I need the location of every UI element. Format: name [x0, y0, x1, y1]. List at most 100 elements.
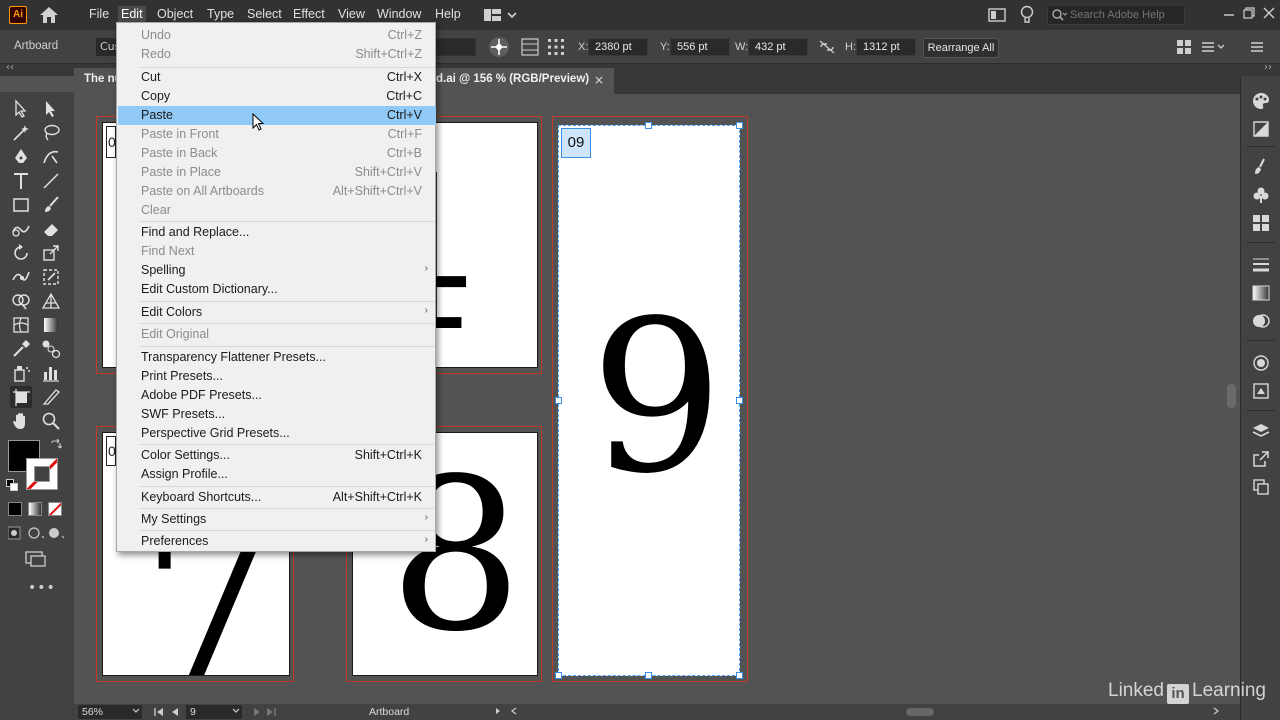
default-fill-stroke-icon[interactable] [6, 479, 18, 491]
menu-item-find-next[interactable]: Find Next [118, 242, 436, 261]
menu-item-color-settings[interactable]: Color Settings... Shift+Ctrl+K [118, 446, 436, 465]
menu-item-undo[interactable]: Undo Ctrl+Z [118, 26, 436, 45]
workspace-switcher-icon[interactable] [483, 7, 517, 23]
artboards-panel-icon[interactable] [1252, 478, 1270, 496]
close-tab-icon[interactable]: × [594, 74, 606, 86]
stroke-color-swatch[interactable] [26, 458, 58, 490]
menu-item-transparency-flattener-presets[interactable]: Transparency Flattener Presets... [118, 348, 436, 367]
artboard-selection-frame[interactable] [558, 125, 740, 676]
last-artboard-icon[interactable] [266, 707, 276, 717]
swatches-panel-icon[interactable] [1252, 214, 1270, 232]
menu-item-paste-in-place[interactable]: Paste in Place Shift+Ctrl+V [118, 163, 436, 182]
gradient-panel-icon[interactable] [1252, 284, 1270, 302]
scale-tool-icon[interactable] [40, 242, 62, 264]
mesh-tool-icon[interactable] [10, 314, 32, 336]
symbols-panel-icon[interactable] [1252, 186, 1270, 204]
resize-handle[interactable] [736, 122, 743, 129]
minimize-icon[interactable] [1222, 8, 1236, 22]
resize-handle[interactable] [645, 122, 652, 129]
chevron-down-icon[interactable] [132, 707, 140, 715]
scroll-right-icon[interactable] [1212, 707, 1220, 715]
column-graph-tool-icon[interactable] [40, 362, 62, 384]
color-panel-icon[interactable] [1252, 92, 1270, 110]
menu-item-my-settings[interactable]: My Settings › [118, 510, 436, 529]
menu-item-assign-profile[interactable]: Assign Profile... [118, 465, 436, 484]
menu-item-paste-in-front[interactable]: Paste in Front Ctrl+F [118, 125, 436, 144]
line-segment-tool-icon[interactable] [40, 170, 62, 192]
selection-tool-icon[interactable] [10, 98, 32, 120]
type-tool-icon[interactable] [10, 170, 32, 192]
x-field[interactable]: 2380 pt [588, 38, 648, 56]
transparency-panel-icon[interactable] [1252, 312, 1270, 330]
menu-item-find-and-replace[interactable]: Find and Replace... [118, 223, 436, 242]
restore-icon[interactable] [1242, 6, 1256, 20]
menu-file[interactable]: File [86, 6, 112, 24]
width-field[interactable]: 432 pt [748, 38, 808, 56]
shaper-tool-icon[interactable] [10, 218, 32, 240]
perspective-grid-tool-icon[interactable] [40, 290, 62, 312]
brushes-panel-icon[interactable] [1252, 158, 1270, 176]
height-field[interactable]: 1312 pt [856, 38, 916, 56]
menu-item-copy[interactable]: Copy Ctrl+C [118, 87, 436, 106]
menu-item-edit-colors[interactable]: Edit Colors › [118, 303, 436, 322]
shape-builder-tool-icon[interactable] [10, 290, 32, 312]
selected-artboard-label[interactable]: 09 [561, 128, 591, 158]
hand-tool-icon[interactable] [10, 410, 32, 432]
panel-menu-icon[interactable] [1250, 40, 1264, 54]
eyedropper-tool-icon[interactable] [10, 338, 32, 360]
swap-fill-stroke-icon[interactable] [50, 439, 62, 451]
zoom-tool-icon[interactable] [40, 410, 62, 432]
color-mode-icon[interactable] [8, 502, 22, 516]
blend-tool-icon[interactable] [40, 338, 62, 360]
artboard-options-icon[interactable] [521, 38, 539, 56]
previous-artboard-icon[interactable] [170, 707, 180, 717]
menu-item-cut[interactable]: Cut Ctrl+X [118, 68, 436, 87]
curvature-tool-icon[interactable] [40, 146, 62, 168]
first-artboard-icon[interactable] [154, 707, 164, 717]
constrain-proportions-icon[interactable] [818, 39, 836, 55]
menu-item-edit-original[interactable]: Edit Original [118, 325, 436, 344]
toolbar-collapse[interactable]: ‹‹ [0, 62, 74, 76]
scroll-left-icon[interactable] [510, 707, 518, 715]
dock-collapse[interactable]: ›› [1240, 62, 1280, 76]
rearrange-all-button[interactable]: Rearrange All [923, 38, 999, 58]
menu-item-adobe-pdf-presets[interactable]: Adobe PDF Presets... [118, 386, 436, 405]
menu-item-print-presets[interactable]: Print Presets... [118, 367, 436, 386]
screen-mode-icon[interactable] [24, 550, 48, 568]
magic-wand-tool-icon[interactable] [10, 122, 32, 144]
chevron-down-icon[interactable] [232, 707, 240, 715]
menu-item-preferences[interactable]: Preferences › [118, 532, 436, 551]
gradient-tool-icon[interactable] [40, 314, 62, 336]
close-window-icon[interactable] [1262, 6, 1276, 20]
layers-panel-icon[interactable] [1252, 422, 1270, 440]
arrange-documents-icon[interactable] [988, 7, 1006, 23]
stroke-panel-icon[interactable] [1252, 256, 1270, 274]
appearance-panel-icon[interactable] [1252, 354, 1270, 372]
gradient-mode-icon[interactable] [28, 502, 42, 516]
lasso-tool-icon[interactable] [40, 122, 62, 144]
artboard-name-field[interactable] [436, 38, 476, 56]
resize-handle[interactable] [736, 672, 743, 679]
search-input[interactable] [1070, 7, 1182, 23]
menu-item-keyboard-shortcuts[interactable]: Keyboard Shortcuts... Alt+Shift+Ctrl+K [118, 488, 436, 507]
rotate-tool-icon[interactable] [10, 242, 32, 264]
move-artwork-icon[interactable] [488, 36, 510, 58]
color-guide-icon[interactable] [1252, 120, 1270, 138]
none-mode-icon[interactable] [48, 502, 62, 516]
paintbrush-tool-icon[interactable] [40, 194, 62, 216]
symbol-sprayer-tool-icon[interactable] [10, 362, 32, 384]
draw-modes-icon[interactable] [8, 526, 66, 540]
y-field[interactable]: 556 pt [670, 38, 730, 56]
eraser-tool-icon[interactable] [40, 218, 62, 240]
artboard-tool-icon[interactable] [10, 386, 32, 408]
asset-export-icon[interactable] [1252, 450, 1270, 468]
reference-point-icon[interactable] [547, 38, 565, 56]
vertical-scroll-thumb[interactable] [1227, 384, 1236, 408]
resize-handle[interactable] [736, 397, 743, 404]
transform-icon[interactable] [1200, 39, 1226, 55]
resize-handle[interactable] [555, 672, 562, 679]
status-menu-icon[interactable] [494, 707, 502, 715]
edit-toolbar-icon[interactable]: ••• [28, 580, 56, 596]
next-artboard-icon[interactable] [252, 707, 262, 717]
menu-item-paste-on-all-artboards[interactable]: Paste on All Artboards Alt+Shift+Ctrl+V [118, 182, 436, 201]
